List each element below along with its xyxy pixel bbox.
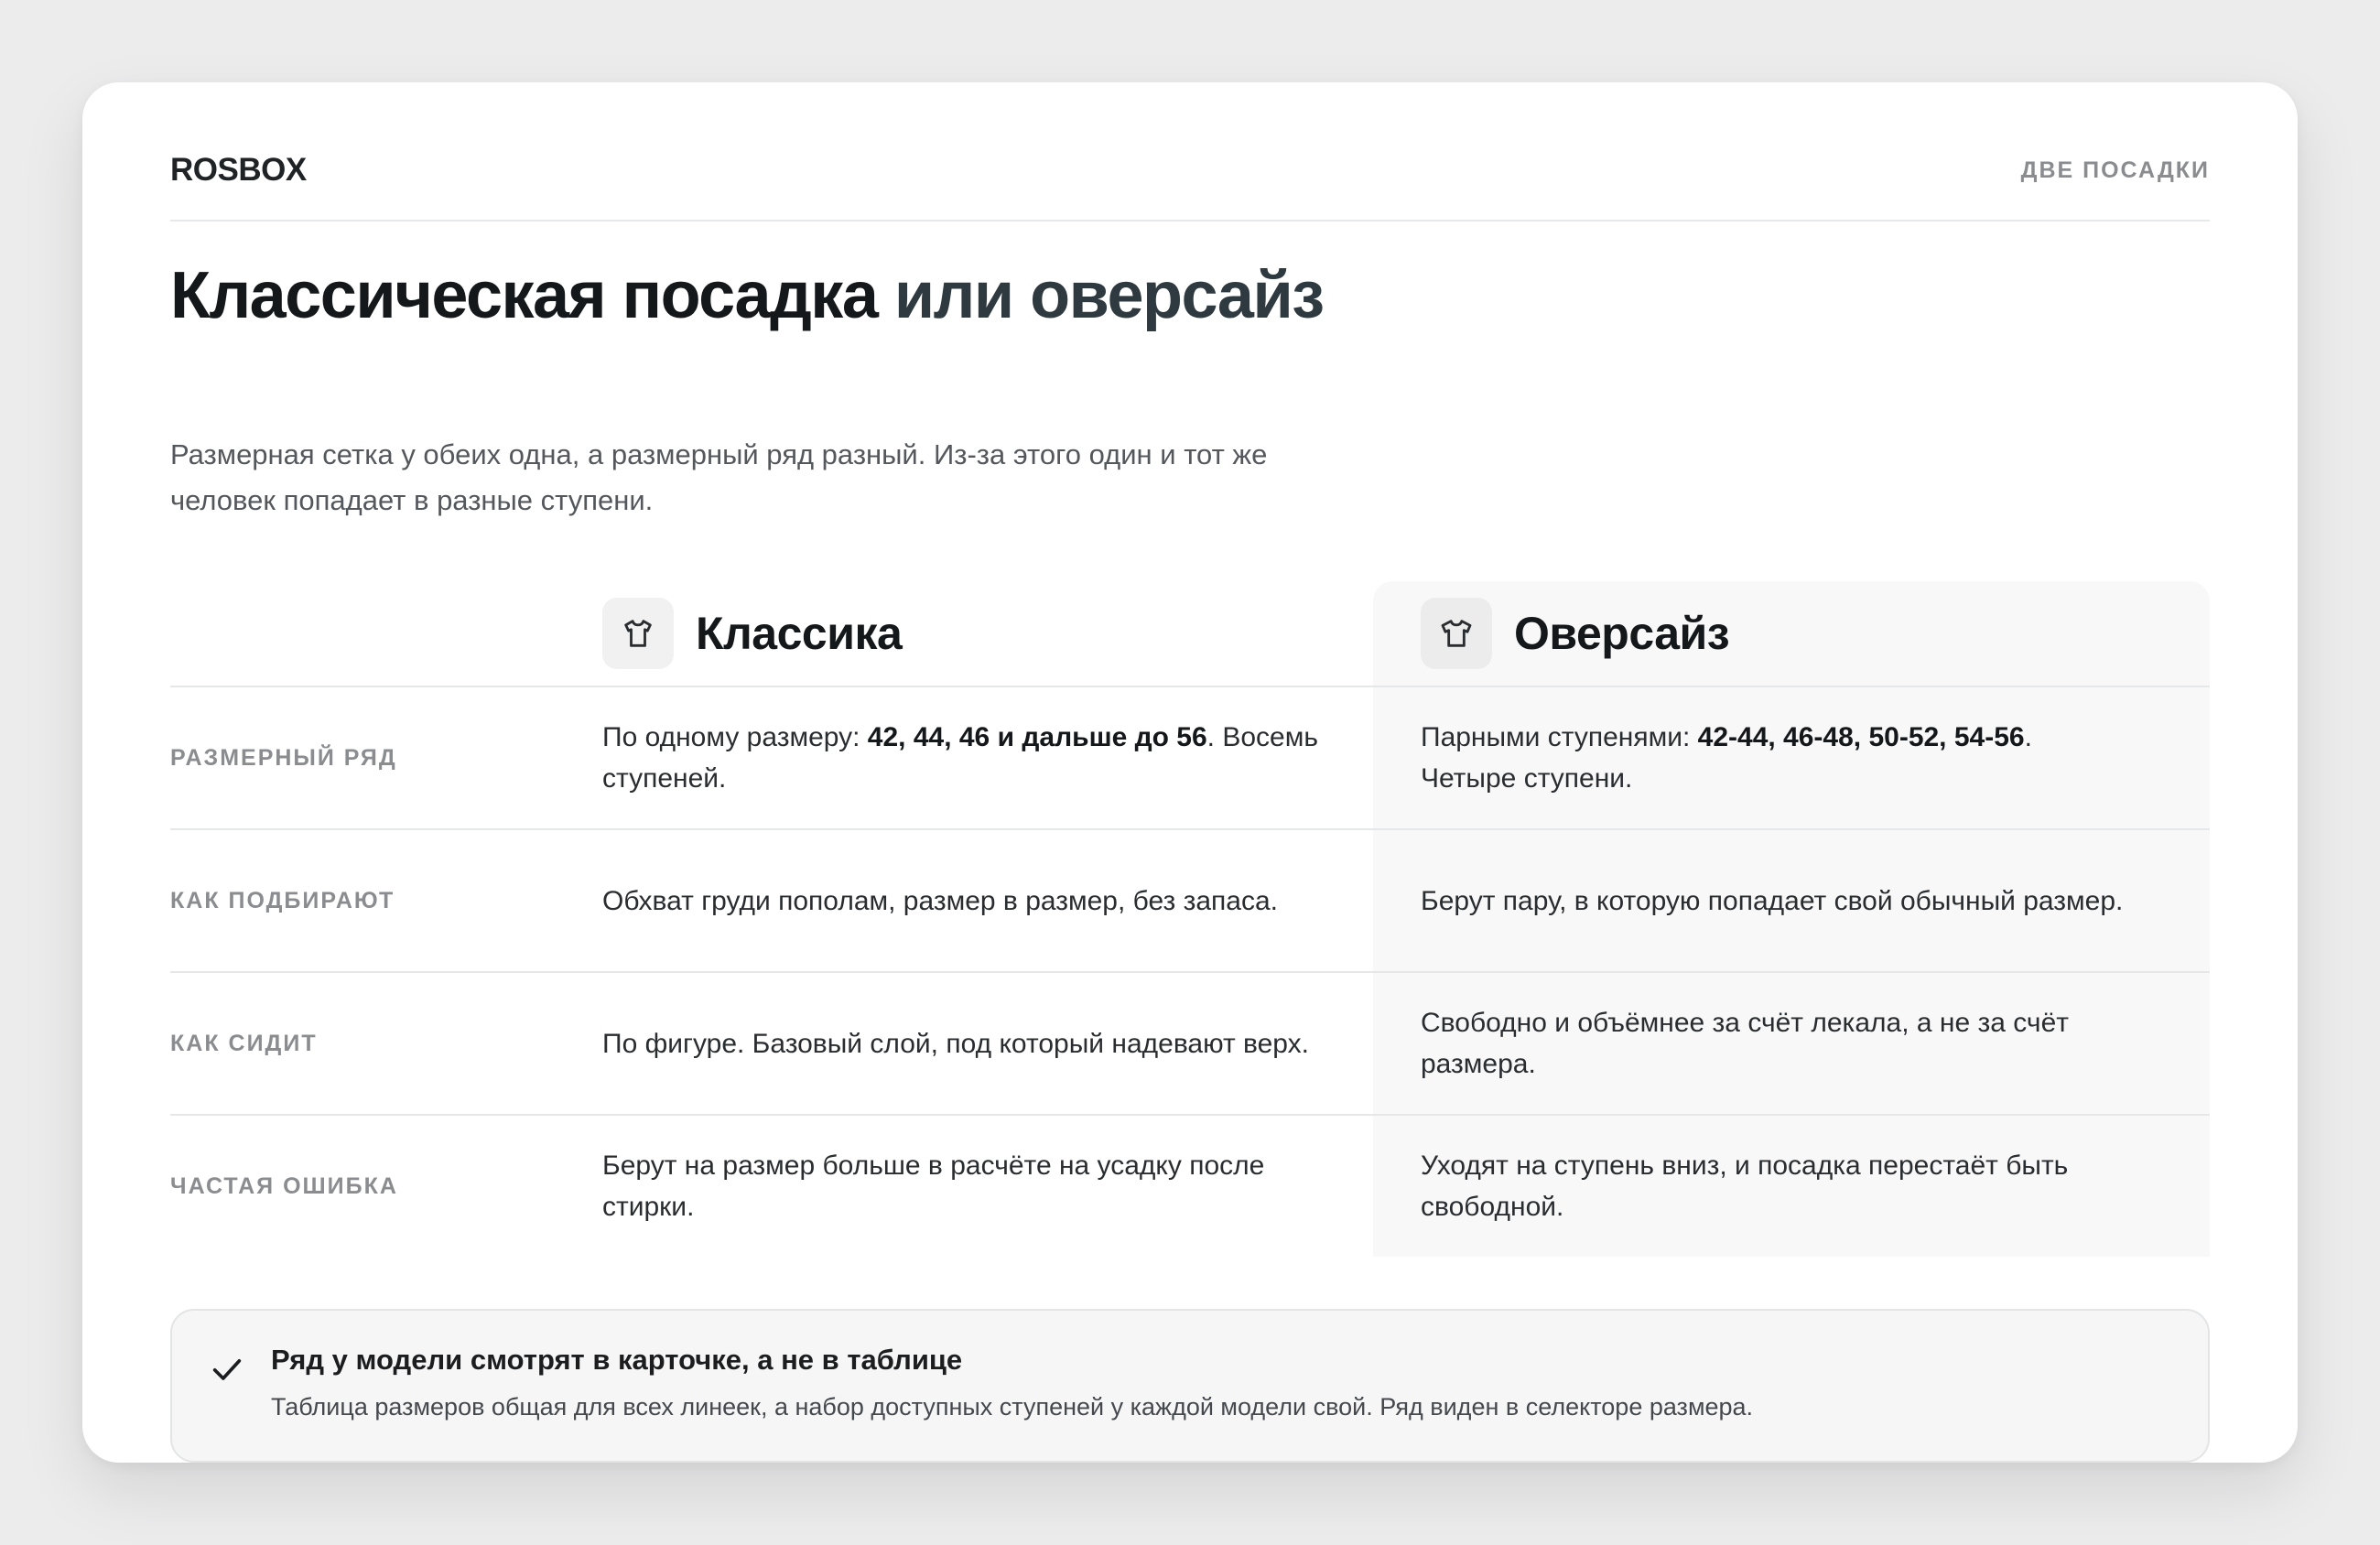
cell-text: Парными ступенями: 42-44, 46-48, 50-52, … (1421, 717, 2135, 799)
title-part-primary: Классическая посадка (170, 259, 879, 332)
column-header-classic: Классика (602, 581, 903, 686)
cell-text: По одному размеру: 42, 44, 46 и дальше д… (602, 717, 1335, 799)
table-row: КАК ПОДБИРАЮТ Обхват груди пополам, разм… (170, 828, 2210, 971)
cell-classic-common-mistake: Берут на размер больше в расчёте на усад… (602, 1151, 1265, 1222)
info-note: Ряд у модели смотрят в карточке, а не в … (170, 1309, 2210, 1463)
row-label-common-mistake: ЧАСТАЯ ОШИБКА (170, 1172, 398, 1199)
cell-classic-size-range: По одному размеру: 42, 44, 46 и дальше д… (602, 687, 1335, 828)
note-title: Ряд у модели смотрят в карточке, а не в … (271, 1344, 963, 1376)
cell-classic-how-chosen: Обхват груди пополам, размер в размер, б… (602, 885, 1278, 916)
check-icon (212, 1359, 242, 1380)
table-row: ЧАСТАЯ ОШИБКА Берут на размер больше в р… (170, 1114, 2210, 1257)
column-title-oversize: Оверсайз (1514, 608, 1730, 659)
table-row: РАЗМЕРНЫЙ РЯД По одному размеру: 42, 44,… (170, 686, 2210, 828)
cell-text-bold: 42-44, 46-48, 50-52, 54-56 (1697, 722, 2025, 752)
cell-text-bold: 42, 44, 46 и дальше до 56 (867, 722, 1207, 752)
brand-logo[interactable]: ROSBOX (170, 152, 307, 189)
tshirt-icon (602, 598, 674, 669)
column-header-oversize: Оверсайз (1421, 581, 1730, 686)
header-divider (170, 220, 2210, 221)
cell-oversize-how-chosen: Берут пару, в которую попадает свой обыч… (1421, 885, 2124, 916)
comparison-card: ROSBOX ДВЕ ПОСАДКИ Классическая посадка … (82, 82, 2298, 1463)
top-bar: ROSBOX ДВЕ ПОСАДКИ (170, 145, 2210, 196)
cell-classic-how-fits: По фигуре. Базовый слой, под который над… (602, 1028, 1309, 1059)
card-content: ROSBOX ДВЕ ПОСАДКИ Классическая посадка … (170, 82, 2210, 1463)
table-row: КАК СИДИТ По фигуре. Базовый слой, под к… (170, 971, 2210, 1114)
fit-comparison-table: Классика Оверсайз РАЗМЕРНЫЙ РЯД По одном… (170, 581, 2210, 1257)
row-label-how-fits: КАК СИДИТ (170, 1030, 318, 1056)
column-title-classic: Классика (696, 608, 903, 659)
cell-text-pre: По одному размеру: (602, 722, 868, 752)
note-text: Таблица размеров общая для всех линеек, … (271, 1393, 1754, 1421)
section-tag: ДВЕ ПОСАДКИ (2020, 157, 2210, 183)
page-subtitle: Размерная сетка у обеих одна, а размерны… (170, 438, 1268, 516)
cell-text-pre: Парными ступенями: (1421, 722, 1698, 752)
page-title: Классическая посадка или оверсайз (170, 258, 1325, 334)
cell-oversize-size-range: Парными ступенями: 42-44, 46-48, 50-52, … (1421, 687, 2135, 828)
cell-oversize-how-fits: Свободно и объёмнее за счёт лекала, а не… (1421, 1008, 2069, 1079)
cell-oversize-common-mistake: Уходят на ступень вниз, и посадка перест… (1421, 1151, 2069, 1222)
row-label-how-chosen: КАК ПОДБИРАЮТ (170, 887, 395, 913)
tshirt-icon (1421, 598, 1492, 669)
row-label-size-range: РАЗМЕРНЫЙ РЯД (170, 744, 397, 771)
title-part-secondary: или оверсайз (893, 259, 1325, 332)
